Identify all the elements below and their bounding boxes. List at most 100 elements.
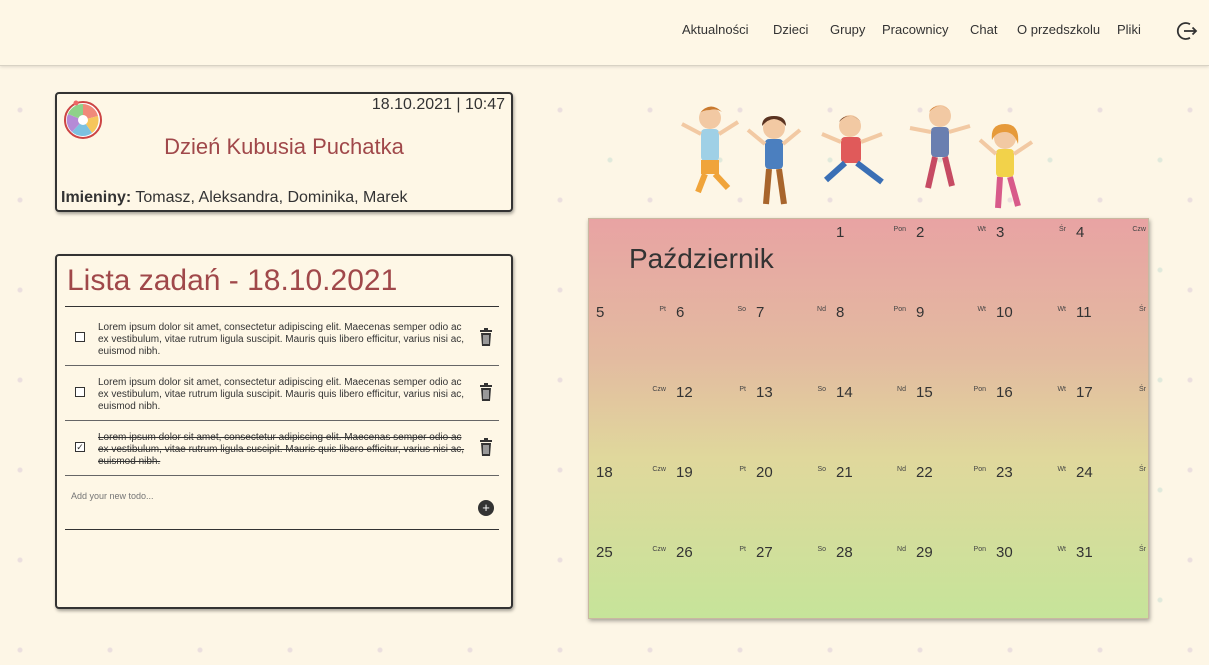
- kid-figure: [681, 106, 740, 194]
- day-of-week: Pt: [739, 466, 746, 473]
- nav-item-chat[interactable]: Chat: [970, 22, 997, 37]
- day-number: 6: [676, 304, 685, 321]
- day-of-week: Czw: [652, 546, 666, 553]
- day-of-week: Wt: [1057, 546, 1066, 553]
- day-of-week: Czw: [652, 386, 666, 393]
- day-number: 21: [836, 464, 853, 481]
- new-todo-input[interactable]: [71, 488, 451, 504]
- todo-item: Lorem ipsum dolor sit amet, consectetur …: [65, 312, 499, 366]
- day-of-week: Nd: [817, 306, 826, 313]
- trash-icon[interactable]: [479, 383, 493, 401]
- todo-text: Lorem ipsum dolor sit amet, consectetur …: [98, 432, 465, 467]
- day-of-week: Czw: [1132, 226, 1146, 233]
- day-of-week: Wt: [1057, 386, 1066, 393]
- day-of-week: Pon: [973, 386, 986, 393]
- day-number: 9: [916, 304, 925, 321]
- day-number: 13: [756, 384, 773, 401]
- calendar-day-cell[interactable]: 28 Nd: [829, 539, 909, 619]
- todo-list-card: Lista zadań - 18.10.2021 Lorem ipsum dol…: [55, 254, 513, 609]
- calendar-day-cell[interactable]: 6 So: [669, 299, 749, 379]
- calendar-day-cell[interactable]: 31 Śr: [1069, 539, 1149, 619]
- calendar-day-cell[interactable]: 16 Wt: [989, 379, 1069, 459]
- nav-item-o-przedszkolu[interactable]: O przedszkolu: [1017, 22, 1100, 37]
- namedays: Imieniny: Tomasz, Aleksandra, Dominika, …: [61, 189, 408, 207]
- nav-item-aktualnosci[interactable]: Aktualności: [682, 22, 748, 37]
- calendar-day-cell[interactable]: 7 Nd: [749, 299, 829, 379]
- namedays-label: Imieniny:: [61, 189, 132, 206]
- calendar-day-cell[interactable]: 12 Pt: [669, 379, 749, 459]
- calendar-day-cell[interactable]: 22 Pon: [909, 459, 989, 539]
- todo-item: Lorem ipsum dolor sit amet, consectetur …: [65, 367, 499, 421]
- todo-text: Lorem ipsum dolor sit amet, consectetur …: [98, 322, 465, 357]
- calendar-day-cell[interactable]: 17 Śr: [1069, 379, 1149, 459]
- calendar-day-cell[interactable]: 24 Śr: [1069, 459, 1149, 539]
- day-number: 7: [756, 304, 765, 321]
- calendar-day-cell[interactable]: 20 So: [749, 459, 829, 539]
- todo-checkbox[interactable]: [75, 387, 85, 397]
- calendar-day-cell[interactable]: 18 Czw: [589, 459, 669, 539]
- calendar-day-cell[interactable]: 5 Pt: [589, 299, 669, 379]
- day-number: 24: [1076, 464, 1093, 481]
- calendar-day-cell[interactable]: 13 So: [749, 379, 829, 459]
- day-number: 18: [596, 464, 613, 481]
- event-title: Dzień Kubusia Puchatka: [164, 134, 404, 159]
- day-of-week: Nd: [897, 466, 906, 473]
- trash-icon[interactable]: [479, 328, 493, 346]
- jumping-kids-illustration: [681, 105, 1034, 209]
- calendar-day-cell[interactable]: 25 Czw: [589, 539, 669, 619]
- trash-icon[interactable]: [479, 438, 493, 456]
- calendar-day-cell[interactable]: Czw: [589, 379, 669, 459]
- day-of-week: Pon: [973, 466, 986, 473]
- day-number: 27: [756, 544, 773, 561]
- calendar-day-cell[interactable]: 10 Wt: [989, 299, 1069, 379]
- kid-figure: [909, 105, 971, 189]
- day-info-card: 18.10.2021 | 10:47 Dzień Kubusia Puchatk…: [55, 92, 513, 212]
- day-number: 20: [756, 464, 773, 481]
- calendar-day-cell[interactable]: 30 Wt: [989, 539, 1069, 619]
- calendar-day-cell[interactable]: 21 Nd: [829, 459, 909, 539]
- todo-checkbox[interactable]: ✓: [75, 442, 85, 452]
- new-todo-row: +: [65, 484, 499, 530]
- day-number: 22: [916, 464, 933, 481]
- kid-figure: [978, 124, 1034, 209]
- add-todo-button[interactable]: +: [478, 500, 494, 516]
- day-number: 4: [1076, 224, 1085, 241]
- day-of-week: Śr: [1139, 546, 1146, 553]
- day-number: 10: [996, 304, 1013, 321]
- day-of-week: So: [817, 546, 826, 553]
- day-of-week: Śr: [1139, 386, 1146, 393]
- calendar-day-cell[interactable]: 27 So: [749, 539, 829, 619]
- calendar-day-cell[interactable]: 9 Wt: [909, 299, 989, 379]
- day-number: 31: [1076, 544, 1093, 561]
- nav-item-pracownicy[interactable]: Pracownicy: [882, 22, 948, 37]
- current-datetime: 18.10.2021 | 10:47: [371, 96, 505, 113]
- calendar-day-cell[interactable]: 8 Pon: [829, 299, 909, 379]
- calendar-day-cell[interactable]: 29 Pon: [909, 539, 989, 619]
- todo-item: ✓ Lorem ipsum dolor sit amet, consectetu…: [65, 422, 499, 476]
- calendar-day-cell[interactable]: 15 Pon: [909, 379, 989, 459]
- todo-text: Lorem ipsum dolor sit amet, consectetur …: [98, 377, 465, 412]
- day-of-week: Wt: [1057, 466, 1066, 473]
- calendar-day-cell[interactable]: 19 Pt: [669, 459, 749, 539]
- calendar-day-cell[interactable]: 26 Pt: [669, 539, 749, 619]
- nav-item-pliki[interactable]: Pliki: [1117, 22, 1141, 37]
- calendar-day-cell[interactable]: 3 Śr: [989, 219, 1069, 299]
- day-of-week: So: [817, 466, 826, 473]
- calendar-day-cell[interactable]: 1 Pon: [829, 219, 909, 299]
- calendar-day-cell[interactable]: 11 Śr: [1069, 299, 1149, 379]
- day-of-week: So: [737, 306, 746, 313]
- day-number: 15: [916, 384, 933, 401]
- day-number: 1: [836, 224, 845, 241]
- todo-title: Lista zadań - 18.10.2021: [67, 264, 398, 297]
- day-number: 19: [676, 464, 693, 481]
- todo-checkbox[interactable]: [75, 332, 85, 342]
- calendar-day-cell[interactable]: 2 Wt: [909, 219, 989, 299]
- calendar-day-cell[interactable]: 4 Czw: [1069, 219, 1149, 299]
- nav-item-dzieci[interactable]: Dzieci: [773, 22, 808, 37]
- calendar-day-cell[interactable]: 14 Nd: [829, 379, 909, 459]
- day-number: 16: [996, 384, 1013, 401]
- kid-figure: [746, 116, 802, 205]
- calendar-day-cell[interactable]: 23 Wt: [989, 459, 1069, 539]
- logout-icon[interactable]: [1175, 19, 1199, 43]
- nav-item-grupy[interactable]: Grupy: [830, 22, 865, 37]
